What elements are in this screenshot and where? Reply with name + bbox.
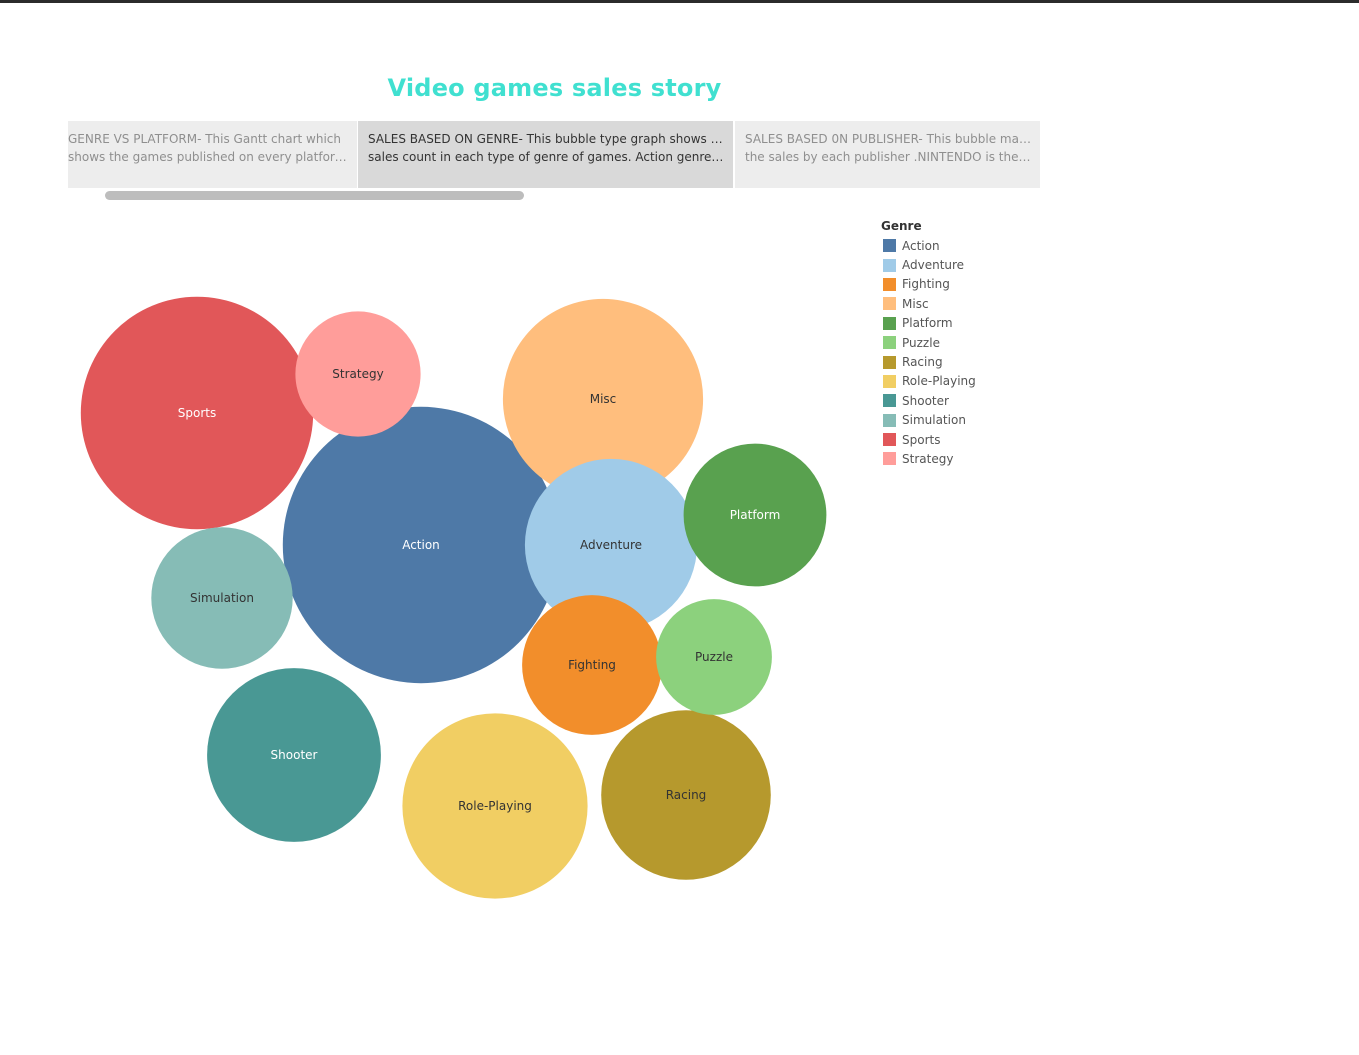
bubble-role-playing[interactable]: Role-Playing [402,713,588,899]
legend-label: Racing [902,355,943,370]
story-point-caption-line: SALES BASED ON GENRE- This bubble type g… [368,132,725,146]
story-point-caption-line: sales count in each type of genre of gam… [368,150,725,164]
story-point-caption-line: GENRE VS PLATFORM- This Gantt chart whic… [68,132,342,146]
story-navigator: GENRE VS PLATFORM- This Gantt chart whic… [68,121,1040,188]
legend-swatch [883,316,896,330]
legend-label: Shooter [902,393,949,408]
bubble-label: Racing [666,788,707,802]
top-border [0,0,1359,3]
legend-swatch [883,394,896,408]
legend-item-platform[interactable]: Platform [881,314,976,333]
legend-label: Puzzle [902,335,940,350]
bubble-label: Fighting [568,658,616,672]
legend-item-sports[interactable]: Sports [881,430,976,449]
story-point-genre-vs-platform[interactable]: GENRE VS PLATFORM- This Gantt chart whic… [68,121,357,188]
story-title: Video games sales story [387,74,722,102]
legend-label: Role-Playing [902,374,976,389]
legend-label: Sports [902,432,941,447]
legend-label: Fighting [902,277,950,292]
legend-swatch [883,258,896,272]
bubble-strategy[interactable]: Strategy [295,311,421,437]
legend-label: Strategy [902,451,954,466]
legend-swatch [883,433,896,447]
bubble-fighting[interactable]: Fighting [522,595,662,735]
bubble-shooter[interactable]: Shooter [207,668,381,842]
legend-label: Action [902,238,940,253]
legend-item-action[interactable]: Action [881,236,976,255]
story-point-caption-line: the sales by each publisher .NINTENDO is… [745,150,1032,164]
legend-swatch [883,413,896,427]
legend-swatch [883,297,896,311]
legend-item-puzzle[interactable]: Puzzle [881,333,976,352]
bubble-platform[interactable]: Platform [683,443,827,587]
legend-swatch [883,277,896,291]
legend-item-role-playing[interactable]: Role-Playing [881,372,976,391]
bubble-label: Strategy [332,367,383,381]
legend-item-strategy[interactable]: Strategy [881,449,976,468]
story-point-sales-by-genre[interactable]: SALES BASED ON GENRE- This bubble type g… [358,121,733,188]
legend-swatch [883,355,896,369]
legend-label: Misc [902,296,929,311]
bubble-puzzle[interactable]: Puzzle [656,599,772,715]
legend-item-misc[interactable]: Misc [881,294,976,313]
bubble-label: Action [402,538,440,552]
bubble-label: Misc [590,392,617,406]
bubble-racing[interactable]: Racing [601,710,771,880]
legend-swatch [883,374,896,388]
story-scrollbar[interactable] [105,191,524,200]
bubble-sports[interactable]: Sports [80,296,314,530]
legend-items: Action Adventure Fighting Misc Platform Puzzl… [881,236,976,469]
legend-item-shooter[interactable]: Shooter [881,391,976,410]
legend-item-simulation[interactable]: Simulation [881,411,976,430]
story-point-caption-line: shows the games published on every platf… [68,150,349,164]
bubble-label: Role-Playing [458,799,532,813]
bubble-label: Simulation [190,591,254,605]
bubble-label: Shooter [271,748,318,762]
legend-swatch [883,239,896,253]
bubble-label: Sports [178,406,216,420]
bubble-label: Platform [730,508,781,522]
legend-label: Adventure [902,258,965,273]
bubble-simulation[interactable]: Simulation [151,527,293,669]
bubble-chart: Action Sports Misc Role-Playing Shooter Adven… [80,296,827,899]
story-point-caption-line: SALES BASED 0N PUBLISHER- This bubble ma… [745,132,1032,146]
bubble-label: Puzzle [695,650,733,664]
legend-swatch [883,452,896,466]
legend-label: Platform [902,316,953,331]
legend-item-adventure[interactable]: Adventure [881,255,976,274]
legend-item-racing[interactable]: Racing [881,352,976,371]
legend-swatch [883,336,896,350]
genre-legend: Genre Action Adventure Fighting Misc Platfor… [881,219,976,469]
legend-label: Simulation [902,413,966,428]
story-point-sales-by-publisher[interactable]: SALES BASED 0N PUBLISHER- This bubble ma… [735,121,1040,188]
bubble-label: Adventure [580,538,642,552]
legend-item-fighting[interactable]: Fighting [881,275,976,294]
legend-title: Genre [881,219,922,233]
